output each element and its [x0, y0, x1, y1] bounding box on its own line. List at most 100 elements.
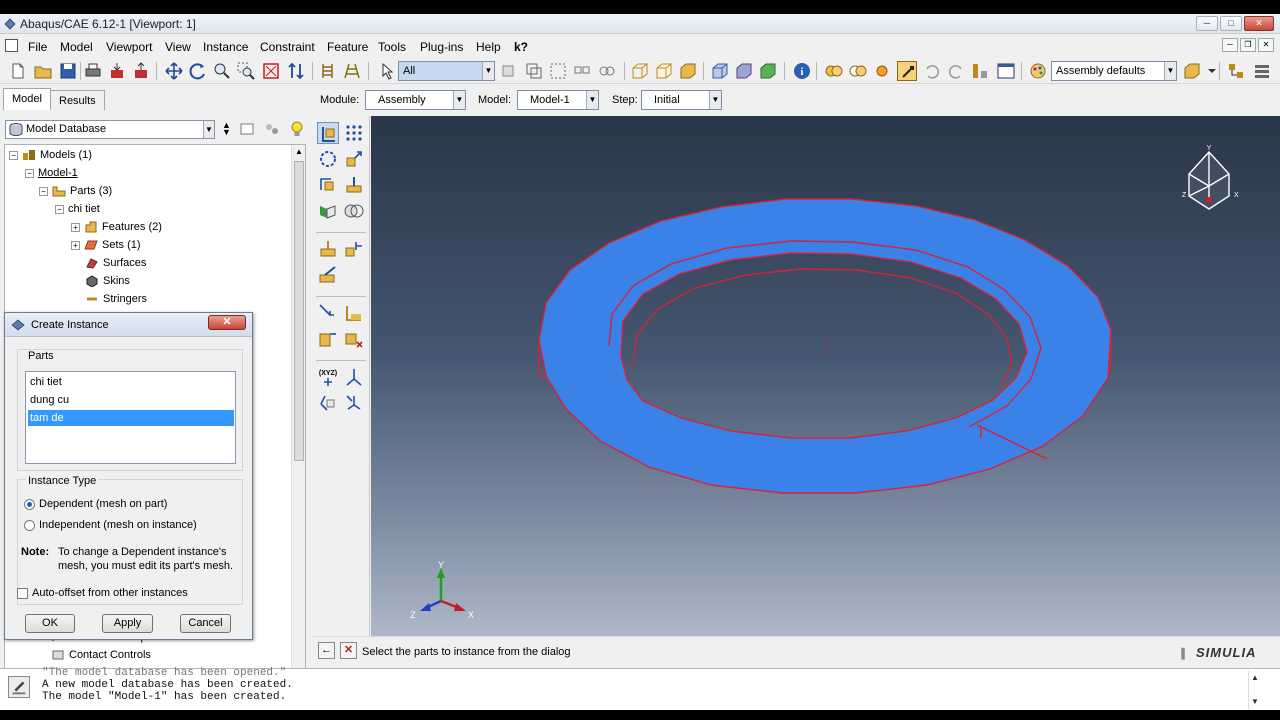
part-display-icon[interactable]	[1182, 61, 1202, 81]
chevron-down-icon[interactable]: ▼	[482, 62, 494, 80]
show-all-icon[interactable]	[872, 61, 892, 81]
tree-options-icon[interactable]	[1252, 61, 1272, 81]
step-combo[interactable]: Initial ▼	[641, 90, 722, 110]
datum-point-tool-icon[interactable]: (XYZ)	[317, 366, 339, 388]
list-item[interactable]: dung cu	[28, 392, 234, 408]
dialog-close-button[interactable]: ✕	[208, 315, 246, 330]
front-view-icon[interactable]	[734, 61, 754, 81]
tree-toggle-icon[interactable]	[1226, 61, 1246, 81]
tree-filter-icon[interactable]	[240, 122, 256, 136]
menu-view[interactable]: View	[165, 40, 191, 54]
parts-list[interactable]: chi tiet dung cu tam de	[25, 371, 236, 464]
contact-tool-icon[interactable]	[343, 302, 365, 324]
radial-pattern-tool-icon[interactable]	[317, 148, 339, 170]
list-item-selected[interactable]: tam de	[28, 410, 234, 426]
cycle-views-icon[interactable]	[286, 61, 306, 81]
edge-to-edge-tool-icon[interactable]	[317, 302, 339, 324]
system-menu-icon[interactable]	[5, 39, 18, 52]
boolean-tool-icon[interactable]	[343, 200, 365, 222]
create-instance-tool-icon[interactable]	[317, 122, 339, 144]
cancel-button[interactable]: Cancel	[180, 614, 231, 633]
chevron-down-icon[interactable]: ▼	[453, 91, 465, 109]
collapse-icon[interactable]: −	[55, 204, 64, 214]
set-manager-icon[interactable]	[318, 61, 338, 81]
datum-axis-tool-icon[interactable]	[343, 366, 365, 388]
tree-scrollbar-thumb[interactable]	[294, 161, 304, 461]
collapse-icon[interactable]: −	[39, 186, 48, 196]
chevron-down-icon[interactable]: ▼	[1164, 62, 1176, 80]
menu-tools[interactable]: Tools	[378, 40, 406, 54]
green-view-icon[interactable]	[758, 61, 778, 81]
tree-node-contact-controls[interactable]: Contact Controls	[51, 647, 151, 663]
menu-instance[interactable]: Instance	[203, 40, 248, 54]
independent-radio[interactable]	[24, 520, 35, 531]
save-icon[interactable]	[58, 61, 78, 81]
apply-button[interactable]: Apply	[102, 614, 153, 633]
wireframe-icon[interactable]	[630, 61, 650, 81]
query-info-icon[interactable]: i	[792, 61, 812, 81]
viewport-close-button[interactable]: ✕	[1258, 38, 1274, 52]
select-from-viewport-icon[interactable]	[524, 61, 544, 81]
tab-results[interactable]: Results	[50, 90, 105, 110]
pan-icon[interactable]	[164, 61, 184, 81]
surface-manager-icon[interactable]	[342, 61, 362, 81]
undo-icon[interactable]	[922, 61, 942, 81]
menu-file[interactable]: File	[28, 40, 47, 54]
expand-icon[interactable]: +	[71, 240, 80, 250]
menu-constraint[interactable]: Constraint	[260, 40, 315, 54]
whats-this-icon[interactable]: k?	[514, 40, 528, 54]
collapse-icon[interactable]: −	[25, 168, 34, 178]
new-file-icon[interactable]	[8, 61, 28, 81]
minimize-button[interactable]: ─	[1196, 16, 1218, 31]
menu-plugins[interactable]: Plug-ins	[420, 40, 463, 54]
tree-node-skins[interactable]: Skins	[85, 273, 130, 289]
convert-constraints-tool-icon[interactable]	[343, 328, 365, 350]
lightbulb-icon[interactable]	[289, 120, 305, 138]
auto-fit-icon[interactable]	[261, 61, 281, 81]
tree-node-part-chi-tiet[interactable]: − chi tiet	[55, 201, 100, 217]
layout-manager-icon[interactable]	[996, 61, 1016, 81]
iso-view-icon[interactable]	[710, 61, 730, 81]
export-icon[interactable]	[131, 61, 151, 81]
model-database-combo[interactable]: Model Database ▼	[5, 120, 215, 139]
rotate-icon[interactable]	[188, 61, 208, 81]
select-cursor-icon[interactable]	[378, 61, 398, 81]
render-style-combo[interactable]: Assembly defaults ▼	[1051, 61, 1177, 81]
instance-display-icon[interactable]	[824, 61, 844, 81]
close-button[interactable]: ✕	[1244, 16, 1274, 31]
redo-icon[interactable]	[946, 61, 966, 81]
menu-feature[interactable]: Feature	[327, 40, 368, 54]
collapse-icon[interactable]: −	[9, 150, 18, 160]
viewport-minimize-button[interactable]: ─	[1222, 38, 1238, 52]
rotate-instance-tool-icon[interactable]	[317, 174, 339, 196]
render-style-icon[interactable]	[1028, 61, 1048, 81]
print-icon[interactable]	[83, 61, 103, 81]
face-to-face-tool-icon[interactable]	[343, 238, 365, 260]
chevron-down-icon[interactable]	[1202, 61, 1216, 81]
viewport-restore-button[interactable]: ❐	[1240, 38, 1256, 52]
replace-icon[interactable]	[848, 61, 868, 81]
tree-node-model1[interactable]: − Model-1	[25, 165, 78, 181]
hidden-lines-icon[interactable]	[654, 61, 674, 81]
auto-offset-checkbox[interactable]	[17, 588, 28, 599]
linear-pattern-tool-icon[interactable]	[343, 122, 365, 144]
color-code-icon[interactable]	[897, 61, 917, 81]
ok-button[interactable]: OK	[25, 614, 75, 633]
datum-csys-tool-icon[interactable]	[343, 392, 365, 414]
tree-node-stringers[interactable]: Stringers	[85, 291, 147, 307]
shaded-icon[interactable]	[678, 61, 698, 81]
view-cube[interactable]: Y X Z	[1182, 145, 1239, 210]
merge-cut-tool-icon[interactable]	[317, 200, 339, 222]
drag-shape-icon[interactable]	[548, 61, 568, 81]
node-select-icon[interactable]	[572, 61, 592, 81]
module-combo[interactable]: Assembly ▼	[365, 90, 466, 110]
dialog-title-bar[interactable]: Create Instance ✕	[5, 313, 252, 337]
link-icon[interactable]	[597, 61, 617, 81]
sort-arrows-icon[interactable]: ▲ ▼	[222, 121, 231, 137]
previous-arrow-icon[interactable]: ←	[318, 642, 335, 659]
scroll-down-icon[interactable]: ▼	[1251, 697, 1259, 706]
translate-to-tool-icon[interactable]	[343, 174, 365, 196]
dependent-radio[interactable]	[24, 499, 35, 510]
chevron-down-icon[interactable]: ▼	[203, 121, 214, 138]
tree-node-features[interactable]: + Features (2)	[71, 219, 162, 235]
